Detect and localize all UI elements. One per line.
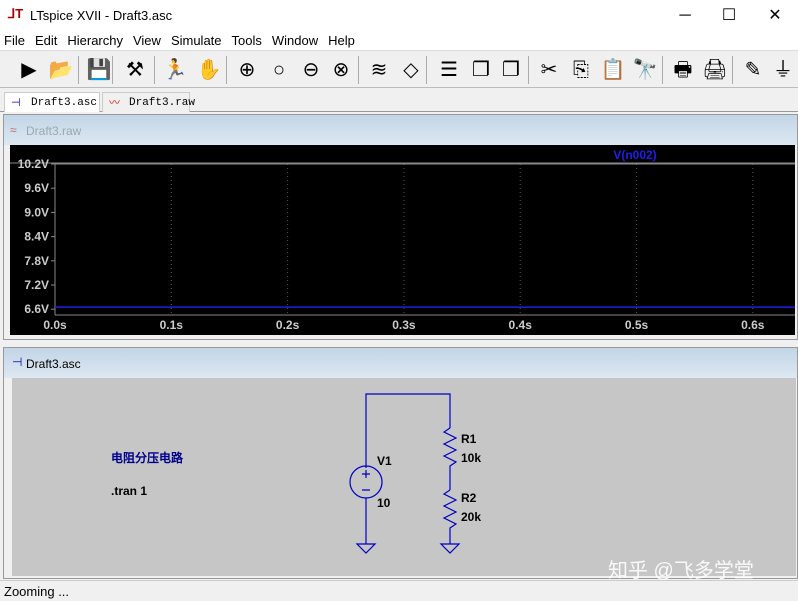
app-icon: ⅃T	[8, 6, 23, 22]
tab-draft3-raw[interactable]: 〰Draft3.raw	[102, 92, 190, 112]
spice-directive[interactable]: .tran 1	[111, 484, 147, 498]
tab-draft3-asc[interactable]: ⊣ Draft3.asc	[4, 92, 100, 112]
menu-hierarchy[interactable]: Hierarchy	[63, 31, 127, 48]
y-tick-label: 8.4V	[24, 230, 49, 244]
schematic-icon: ⊣	[12, 355, 22, 369]
toolbar-separator	[662, 56, 663, 84]
x-tick-label: 0.4s	[509, 318, 533, 332]
cascade-button[interactable]: ❐	[468, 57, 494, 83]
r2-value[interactable]: 20k	[461, 510, 481, 524]
open-button[interactable]: 📂	[48, 57, 74, 83]
zoom-out-button[interactable]: ⊖	[298, 57, 324, 83]
x-tick-label: 0.0s	[43, 318, 67, 332]
ground-icon	[357, 544, 459, 553]
tab-label: Draft3.asc	[31, 97, 97, 109]
toolbar-separator	[528, 56, 529, 84]
zoom-fit-button[interactable]: ⊗	[328, 57, 354, 83]
toolbar-separator	[112, 56, 113, 84]
print-button[interactable]: 🖨	[702, 57, 728, 83]
autorange-button[interactable]: ≋	[366, 57, 392, 83]
r1-value[interactable]: 10k	[461, 451, 481, 465]
fft-button[interactable]: ◇	[398, 57, 424, 83]
y-tick-label: 10.2V	[18, 157, 49, 171]
y-tick-label: 7.8V	[24, 254, 49, 268]
y-tick-label: 7.2V	[24, 278, 49, 292]
x-tick-label: 0.3s	[392, 318, 416, 332]
toolbar-separator	[78, 56, 79, 84]
toolbar-separator	[732, 56, 733, 84]
waveform-window-title: ≈ Draft3.raw	[4, 115, 797, 145]
menu-bar: FileEditHierarchyViewSimulateToolsWindow…	[0, 31, 798, 51]
schematic-icon: ⊣	[11, 93, 21, 113]
y-tick-label: 6.6V	[24, 302, 49, 316]
window-title-text: Draft3.raw	[26, 124, 81, 138]
menu-help[interactable]: Help	[324, 31, 359, 48]
x-tick-label: 0.5s	[625, 318, 649, 332]
control-panel-button[interactable]: ⚒	[122, 57, 148, 83]
ground-button[interactable]: ⏚	[770, 57, 796, 83]
status-text: Zooming ...	[4, 584, 69, 599]
menu-simulate[interactable]: Simulate	[167, 31, 226, 48]
resistor-r2	[444, 490, 456, 544]
r1-name[interactable]: R1	[461, 432, 476, 446]
menu-file[interactable]: File	[0, 31, 29, 48]
schematic-canvas[interactable]: 电阻分压电路 .tran 1 V1 10 R1 10k R2 20k 知乎 @飞…	[12, 378, 796, 576]
polarity-marks	[362, 470, 370, 490]
schematic-window-title: ⊣ Draft3.asc	[4, 348, 797, 378]
pan-button[interactable]: ✋	[196, 57, 222, 83]
save-button[interactable]: 💾	[86, 57, 112, 83]
menu-edit[interactable]: Edit	[31, 31, 61, 48]
print-preview-button[interactable]: 🖶	[670, 57, 696, 83]
circuit-drawing	[12, 378, 796, 576]
y-tick-label: 9.6V	[24, 181, 49, 195]
watermark: 知乎 @飞多学堂	[608, 554, 754, 583]
document-tabs: ⊣Draft3.asc 〰Draft3.raw	[0, 90, 798, 112]
tile-horizontal-button[interactable]: ☰	[436, 57, 462, 83]
window-title-text: Draft3.asc	[26, 357, 81, 371]
waveform-icon: ≈	[10, 123, 17, 137]
schematic-window: ⊣ Draft3.asc 电阻分压电路 .tran 1 V1 10 R1 10k …	[3, 347, 798, 579]
trace-label[interactable]: V(n002)	[613, 148, 656, 162]
waveform-icon: 〰	[109, 93, 120, 113]
arrange-button[interactable]: ❐	[498, 57, 524, 83]
tab-label: Draft3.raw	[129, 97, 195, 109]
find-button[interactable]: 🔭	[632, 57, 658, 83]
toolbar-separator	[426, 56, 427, 84]
r2-name[interactable]: R2	[461, 491, 476, 505]
draw-wire-button[interactable]: ✎	[740, 57, 766, 83]
x-tick-label: 0.6s	[741, 318, 765, 332]
maximize-button[interactable]: ☐	[706, 4, 752, 28]
menu-tools[interactable]: Tools	[228, 31, 266, 48]
schematic-comment[interactable]: 电阻分压电路	[111, 449, 183, 466]
run-button[interactable]: ▶	[16, 57, 42, 83]
menu-view[interactable]: View	[129, 31, 165, 48]
zoom-in-button[interactable]: ⊕	[234, 57, 260, 83]
toolbar-separator	[358, 56, 359, 84]
toolbar-separator	[226, 56, 227, 84]
x-tick-label: 0.2s	[276, 318, 300, 332]
toolbar: ▶📂💾⚒🏃✋⊕○⊖⊗≋◇☰❐❐✂⎘📋🔭🖶🖨✎⏚	[0, 52, 798, 88]
y-tick-label: 9.0V	[24, 205, 49, 219]
v1-value[interactable]: 10	[377, 496, 390, 510]
title-bar: ⅃T LTspice XVII - Draft3.asc ─ ☐ ✕	[0, 0, 798, 31]
x-tick-label: 0.1s	[160, 318, 184, 332]
copy-button[interactable]: ⎘	[568, 57, 594, 83]
cut-button[interactable]: ✂	[536, 57, 562, 83]
paste-button[interactable]: 📋	[600, 57, 626, 83]
zoom-button[interactable]: ○	[266, 57, 292, 83]
status-bar: Zooming ...	[0, 580, 798, 601]
halt-button[interactable]: 🏃	[162, 57, 188, 83]
minimize-button[interactable]: ─	[662, 4, 708, 28]
window-title: LTspice XVII - Draft3.asc	[30, 8, 172, 23]
resistor-r1	[444, 428, 456, 490]
v1-name[interactable]: V1	[377, 454, 392, 468]
close-button[interactable]: ✕	[752, 4, 798, 28]
menu-window[interactable]: Window	[268, 31, 322, 48]
waveform-plot[interactable]: 10.2V 9.6V 9.0V 8.4V 7.8V 7.2V 6.6V 0.0s 0.1s 0.2…	[10, 145, 795, 335]
toolbar-separator	[154, 56, 155, 84]
